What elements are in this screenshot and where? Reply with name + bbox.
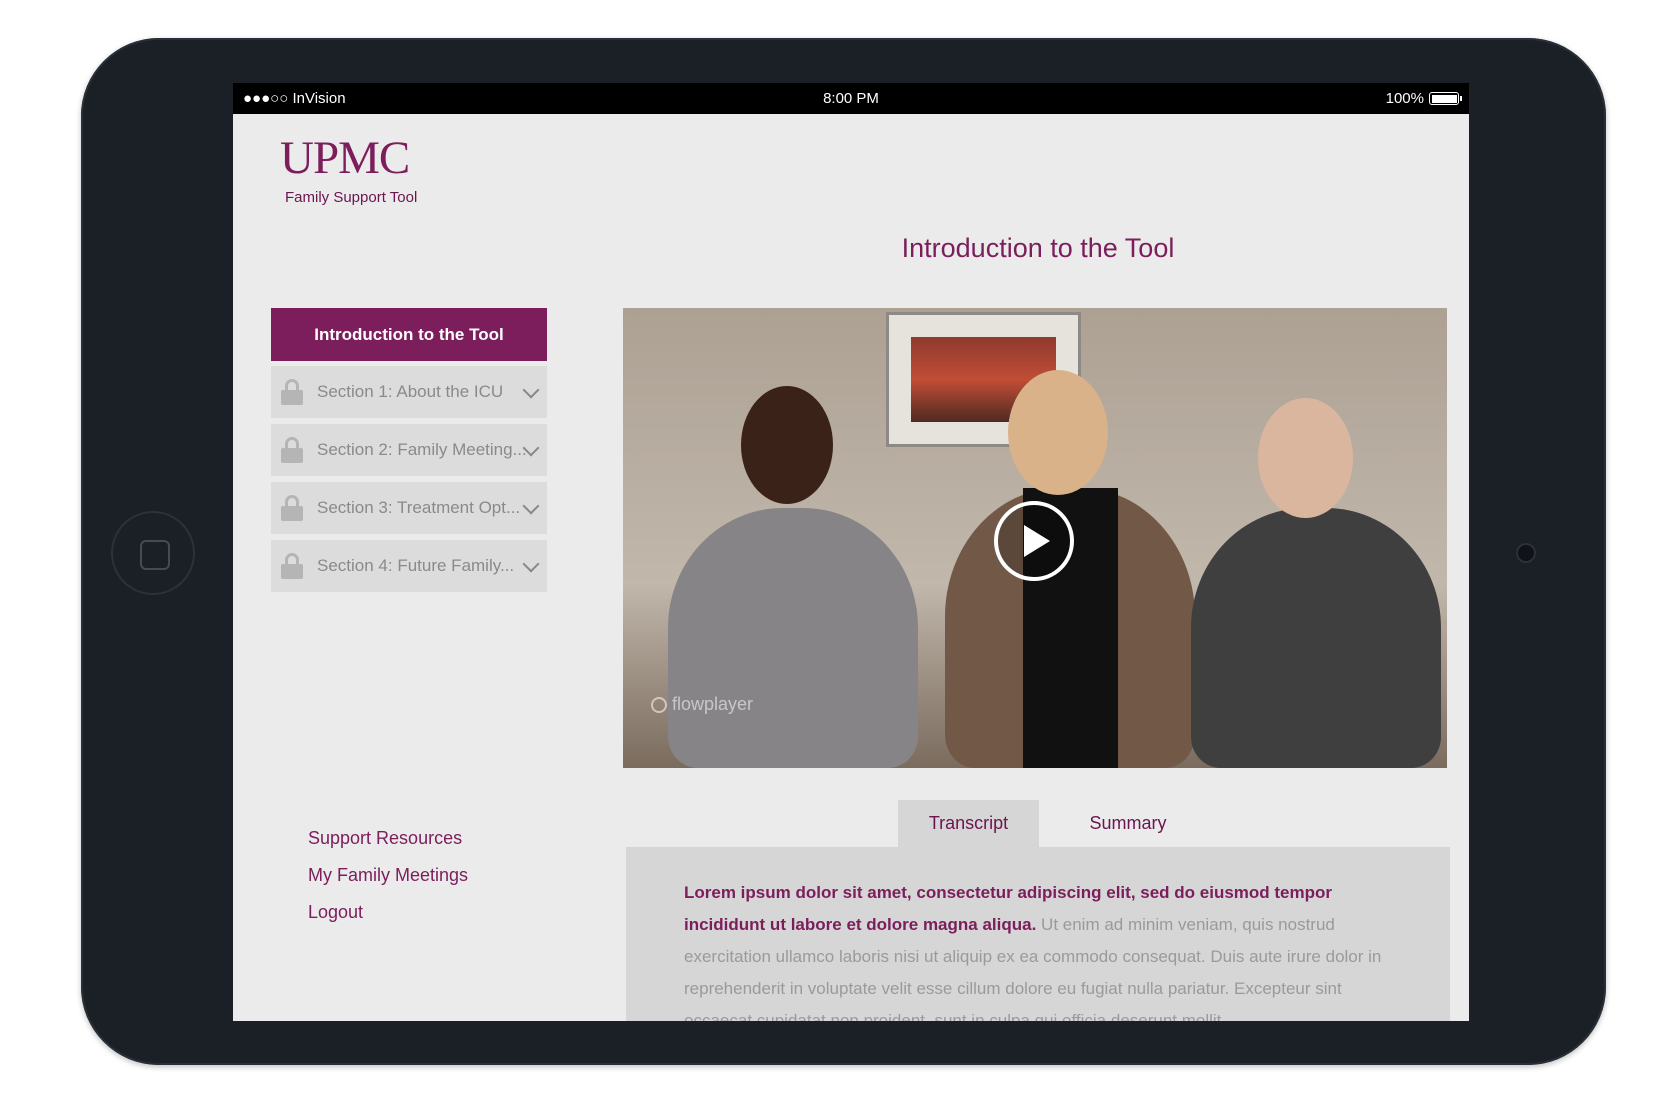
watermark-text: flowplayer [672,694,754,714]
nav-item-introduction[interactable]: Introduction to the Tool [271,308,547,361]
upmc-logo: UPMC [280,132,410,184]
lock-icon [281,379,303,405]
nav-item-label: Section 1: About the ICU [317,382,504,401]
nav-item-section-4[interactable]: Section 4: Future Family... [271,540,547,592]
nav-item-label: Section 3: Treatment Opt... [317,498,521,517]
battery-icon [1429,92,1462,105]
nav-item-section-3[interactable]: Section 3: Treatment Opt... [271,482,547,534]
footer-links: Support Resources My Family Meetings Log… [308,828,468,939]
flowplayer-watermark: flowplayer [651,694,753,715]
status-bar: ●●●○○ InVision 8:00 PM 100% [233,83,1469,114]
my-family-meetings-link[interactable]: My Family Meetings [308,865,468,886]
support-resources-link[interactable]: Support Resources [308,828,468,849]
clock: 8:00 PM [823,90,879,107]
camera-icon [1516,543,1536,563]
person-center-head [1008,370,1108,495]
battery-percent: 100% [1385,90,1424,107]
home-square-icon [140,540,170,570]
person-right [1191,508,1441,768]
nav-item-section-2[interactable]: Section 2: Family Meeting... [271,424,547,476]
nav-item-label: Section 2: Family Meeting... [317,440,527,459]
screen: ●●●○○ InVision 8:00 PM 100% UPMC Family … [233,83,1469,1021]
page-title: Introduction to the Tool [901,233,1175,263]
lock-icon [281,553,303,579]
play-icon [1024,525,1050,557]
video-player[interactable]: flowplayer [623,308,1447,768]
play-button[interactable] [994,501,1074,581]
person-left-head [741,386,833,504]
flowplayer-logo-icon [651,696,667,713]
tab-transcript[interactable]: Transcript [898,800,1039,847]
nav-item-section-1[interactable]: Section 1: About the ICU [271,366,547,418]
lock-icon [281,495,303,521]
transcript-panel: Lorem ipsum dolor sit amet, consectetur … [626,847,1450,1021]
nav-item-label: Section 4: Future Family... [317,556,515,575]
section-nav: Introduction to the Tool Section 1: Abou… [271,308,547,598]
logout-link[interactable]: Logout [308,902,468,923]
logo-subtitle: Family Support Tool [285,189,418,206]
person-right-head [1258,398,1353,518]
home-button[interactable] [111,511,195,595]
battery-status: 100% [1385,90,1462,107]
tab-summary[interactable]: Summary [1039,800,1217,847]
lock-icon [281,437,303,463]
person-left [668,508,918,768]
content-tabs: Transcript Summary [898,800,1217,847]
